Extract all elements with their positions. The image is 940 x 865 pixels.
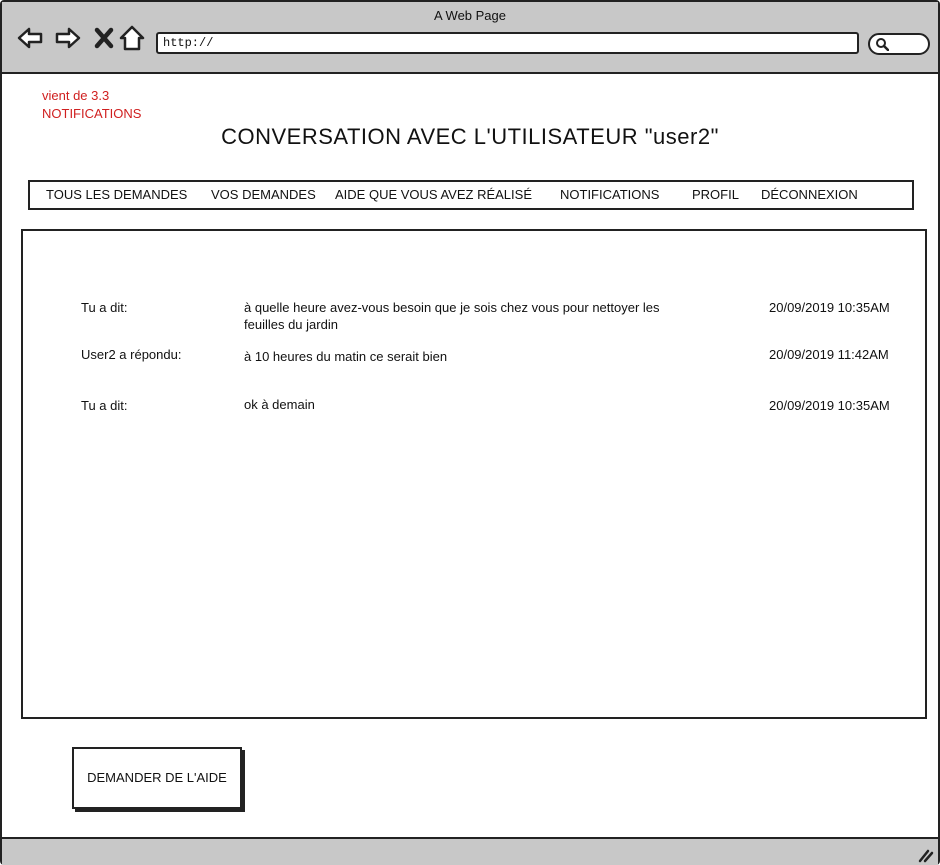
- browser-statusbar: [2, 837, 938, 865]
- message-author: Tu a dit:: [81, 300, 128, 315]
- message-timestamp: 20/09/2019 10:35AM: [769, 300, 890, 315]
- close-icon[interactable]: [90, 24, 118, 52]
- menu-item-notifications[interactable]: NOTIFICATIONS: [560, 187, 659, 202]
- message-timestamp: 20/09/2019 11:42AM: [769, 347, 889, 362]
- message-timestamp: 20/09/2019 10:35AM: [769, 398, 890, 413]
- resize-grip-icon[interactable]: [916, 845, 934, 863]
- home-icon[interactable]: [118, 24, 146, 52]
- menu-item-profile[interactable]: PROFIL: [692, 187, 739, 202]
- browser-window: A Web Page http:// vient de 3.3 NOTIFICA…: [0, 0, 940, 865]
- browser-titlebar: A Web Page http://: [2, 2, 938, 74]
- search-icon: [876, 38, 889, 51]
- message-author: User2 a répondu:: [81, 347, 182, 362]
- url-input[interactable]: http://: [156, 32, 859, 54]
- page-title: CONVERSATION AVEC L'UTILISATEUR "user2": [221, 124, 719, 149]
- menu-item-logout[interactable]: DÉCONNEXION: [761, 187, 858, 202]
- menu-item-help-given[interactable]: AIDE QUE VOUS AVEZ RÉALISÉ: [335, 187, 532, 202]
- menu-item-all-requests[interactable]: TOUS LES DEMANDES: [46, 187, 187, 202]
- annotation-line-2: NOTIFICATIONS: [42, 106, 142, 121]
- message-text: à quelle heure avez-vous besoin que je s…: [244, 300, 660, 332]
- window-title: A Web Page: [433, 8, 507, 23]
- message-text: ok à demain: [244, 397, 315, 412]
- main-menu: TOUS LES DEMANDES VOS DEMANDES AIDE QUE …: [28, 180, 914, 210]
- ask-for-help-button[interactable]: DEMANDER DE L'AIDE: [72, 747, 242, 809]
- back-arrow-icon[interactable]: [16, 24, 44, 52]
- conversation-panel: Tu a dit: à quelle heure avez-vous besoi…: [21, 229, 927, 719]
- message-text: à 10 heures du matin ce serait bien: [244, 349, 448, 364]
- annotation-note: vient de 3.3 NOTIFICATIONS: [42, 87, 141, 123]
- message-author: Tu a dit:: [81, 398, 128, 413]
- annotation-line-1: vient de 3.3: [42, 88, 110, 103]
- forward-arrow-icon[interactable]: [54, 24, 82, 52]
- menu-item-my-requests[interactable]: VOS DEMANDES: [211, 187, 316, 202]
- search-input[interactable]: [868, 33, 930, 55]
